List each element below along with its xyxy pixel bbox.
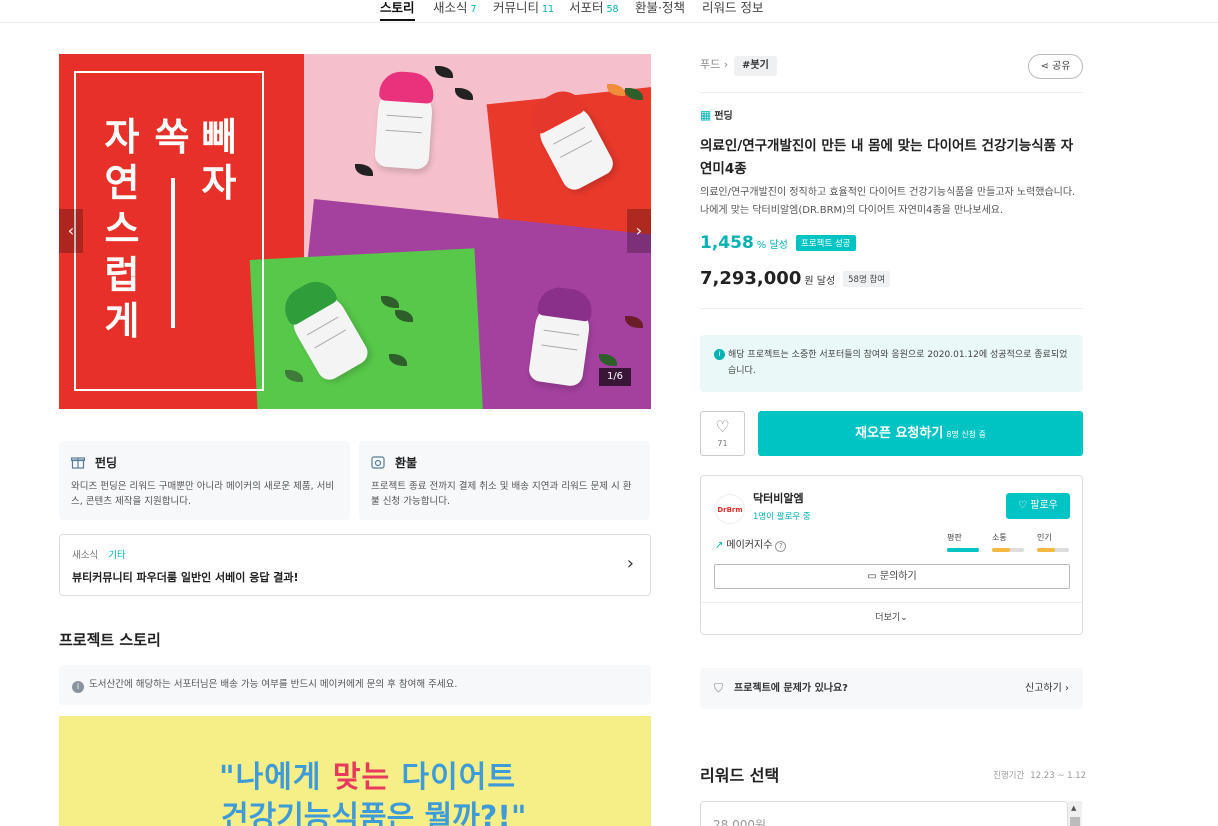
- reward-scrollbar[interactable]: ▲: [1068, 801, 1082, 826]
- like-count: 71: [717, 439, 728, 448]
- product-bottle-purple: [527, 284, 595, 388]
- category-breadcrumb[interactable]: 푸드 ›: [700, 56, 728, 72]
- meter-popularity: 인기: [1037, 532, 1069, 552]
- meter-communication: 소통: [992, 532, 1024, 552]
- inquiry-button[interactable]: ▭ 문의하기: [714, 564, 1070, 589]
- report-problem-bar[interactable]: ⛉ 프로젝트에 문제가 있나요? 신고하기 ›: [700, 668, 1083, 709]
- maker-logo[interactable]: DrBrm: [715, 494, 745, 524]
- carousel-counter: 1/6: [599, 368, 631, 386]
- heart-icon: ♡: [1018, 500, 1028, 511]
- follow-button[interactable]: ♡ 팔로우: [1006, 493, 1070, 519]
- product-bottle-pink: [374, 70, 435, 170]
- chat-icon: ▭: [867, 571, 877, 582]
- success-badge: 프로젝트 성공: [795, 235, 856, 251]
- share-icon: ⋖: [1040, 61, 1049, 72]
- hero-headline-col3: 빼자: [201, 115, 237, 205]
- latest-news-link[interactable]: 새소식 기타 뷰티커뮤니티 파우더룸 일반인 서베이 응답 결과! ›: [59, 534, 651, 596]
- reward-heading: 리워드 선택: [700, 766, 780, 785]
- maker-followers: 1명이 팔로우 중: [753, 512, 811, 522]
- tab-reward-info[interactable]: 리워드 정보: [702, 0, 763, 21]
- info-icon: i: [714, 349, 725, 360]
- tab-news[interactable]: 새소식 7: [433, 0, 477, 21]
- info-icon: i: [72, 681, 84, 693]
- tab-story[interactable]: 스토리: [380, 0, 415, 21]
- trend-up-icon: ↗: [715, 540, 724, 551]
- participant-count: 58명 참여: [843, 271, 891, 287]
- calendar-icon: [371, 455, 385, 473]
- carousel-next-button[interactable]: ›: [627, 209, 651, 253]
- delivery-notice: i 도서산간에 해당하는 서포터님은 배송 가능 여부를 반드시 메이커에게 문의…: [59, 665, 651, 705]
- funding-info-card: 펀딩 와디즈 펀딩은 리워드 구매뿐만 아니라 메이커의 새로운 제품, 서비스…: [59, 441, 350, 520]
- funding-period: 진행기간 12.23 ~ 1.12: [993, 771, 1087, 781]
- project-title: 의료인/연구개발진이 만든 내 몸에 맞는 다이어트 건강기능식품 자연미4종: [700, 138, 1074, 177]
- keyword-tag[interactable]: #붓기: [734, 56, 777, 76]
- help-icon[interactable]: ?: [775, 541, 787, 552]
- gift-icon: ▦: [700, 108, 712, 122]
- chevron-down-icon: ⌄: [900, 613, 908, 623]
- refund-info-card: 환불 프로젝트 종료 전까지 결제 취소 및 배송 지연과 리워드 문제 시 환…: [359, 441, 650, 520]
- share-button[interactable]: ⋖ 공유: [1028, 54, 1083, 79]
- hero-headline-col1: 자연스럽게: [104, 115, 140, 343]
- reopen-request-button[interactable]: 재오픈 요청하기 8명 신청 중: [758, 411, 1083, 456]
- reward-option[interactable]: 28,000원: [700, 801, 1068, 826]
- raised-amount: 7,293,000 원 달성 58명 참여: [700, 268, 891, 289]
- maker-name[interactable]: 닥터비알엠: [753, 490, 804, 506]
- gift-icon: [70, 455, 86, 473]
- more-button[interactable]: 더보기⌄: [701, 610, 1082, 623]
- chevron-right-icon: ›: [723, 58, 729, 71]
- meter-reputation: 평판: [947, 532, 979, 552]
- news-title: 뷰티커뮤니티 파우더룸 일반인 서베이 응답 결과!: [72, 571, 299, 584]
- maker-index: ↗ 메이커지수?: [715, 536, 787, 552]
- hero-carousel[interactable]: 자연스럽게 쏙 빼자 ‹ › 1/6: [59, 54, 651, 409]
- project-description: 의료인/연구개발진이 정직하고 효율적인 다이어트 건강기능식품을 만들고자 노…: [700, 187, 1076, 216]
- carousel-prev-button[interactable]: ‹: [59, 209, 83, 253]
- tab-supporters[interactable]: 서포터 58: [569, 0, 619, 21]
- maker-card: DrBrm 닥터비알엠 1명이 팔로우 중 ♡ 팔로우 ↗ 메이커지수? 평판 소…: [700, 475, 1083, 635]
- tab-refund-policy[interactable]: 환불·정책: [635, 0, 685, 21]
- chevron-right-icon: ›: [626, 553, 634, 574]
- heart-icon: ♡: [715, 417, 730, 436]
- report-link[interactable]: 신고하기 ›: [1025, 668, 1069, 709]
- hero-headline-col2: 쏙: [154, 115, 190, 159]
- news-label: 새소식: [72, 550, 99, 561]
- story-heading: 프로젝트 스토리: [59, 631, 161, 649]
- tab-community[interactable]: 커뮤니티 11: [493, 0, 554, 21]
- news-category: 기타: [108, 550, 126, 561]
- shield-icon: ⛉: [714, 681, 724, 695]
- project-type: ▦ 펀딩: [700, 108, 733, 122]
- story-banner-image: "나에게 맞는 다이어트 건강기능식품은 뭘까?!": [59, 716, 651, 826]
- like-button[interactable]: ♡ 71: [700, 411, 745, 456]
- success-notice: i 해당 프로젝트는 소중한 서포터들의 참여와 응원으로 2020.01.12…: [700, 335, 1083, 392]
- achievement-rate: 1,458% 달성 프로젝트 성공: [700, 233, 856, 253]
- story-tab-bar: 스토리 새소식 7 커뮤니티 11 서포터 58 환불·정책 리워드 정보: [0, 0, 1218, 23]
